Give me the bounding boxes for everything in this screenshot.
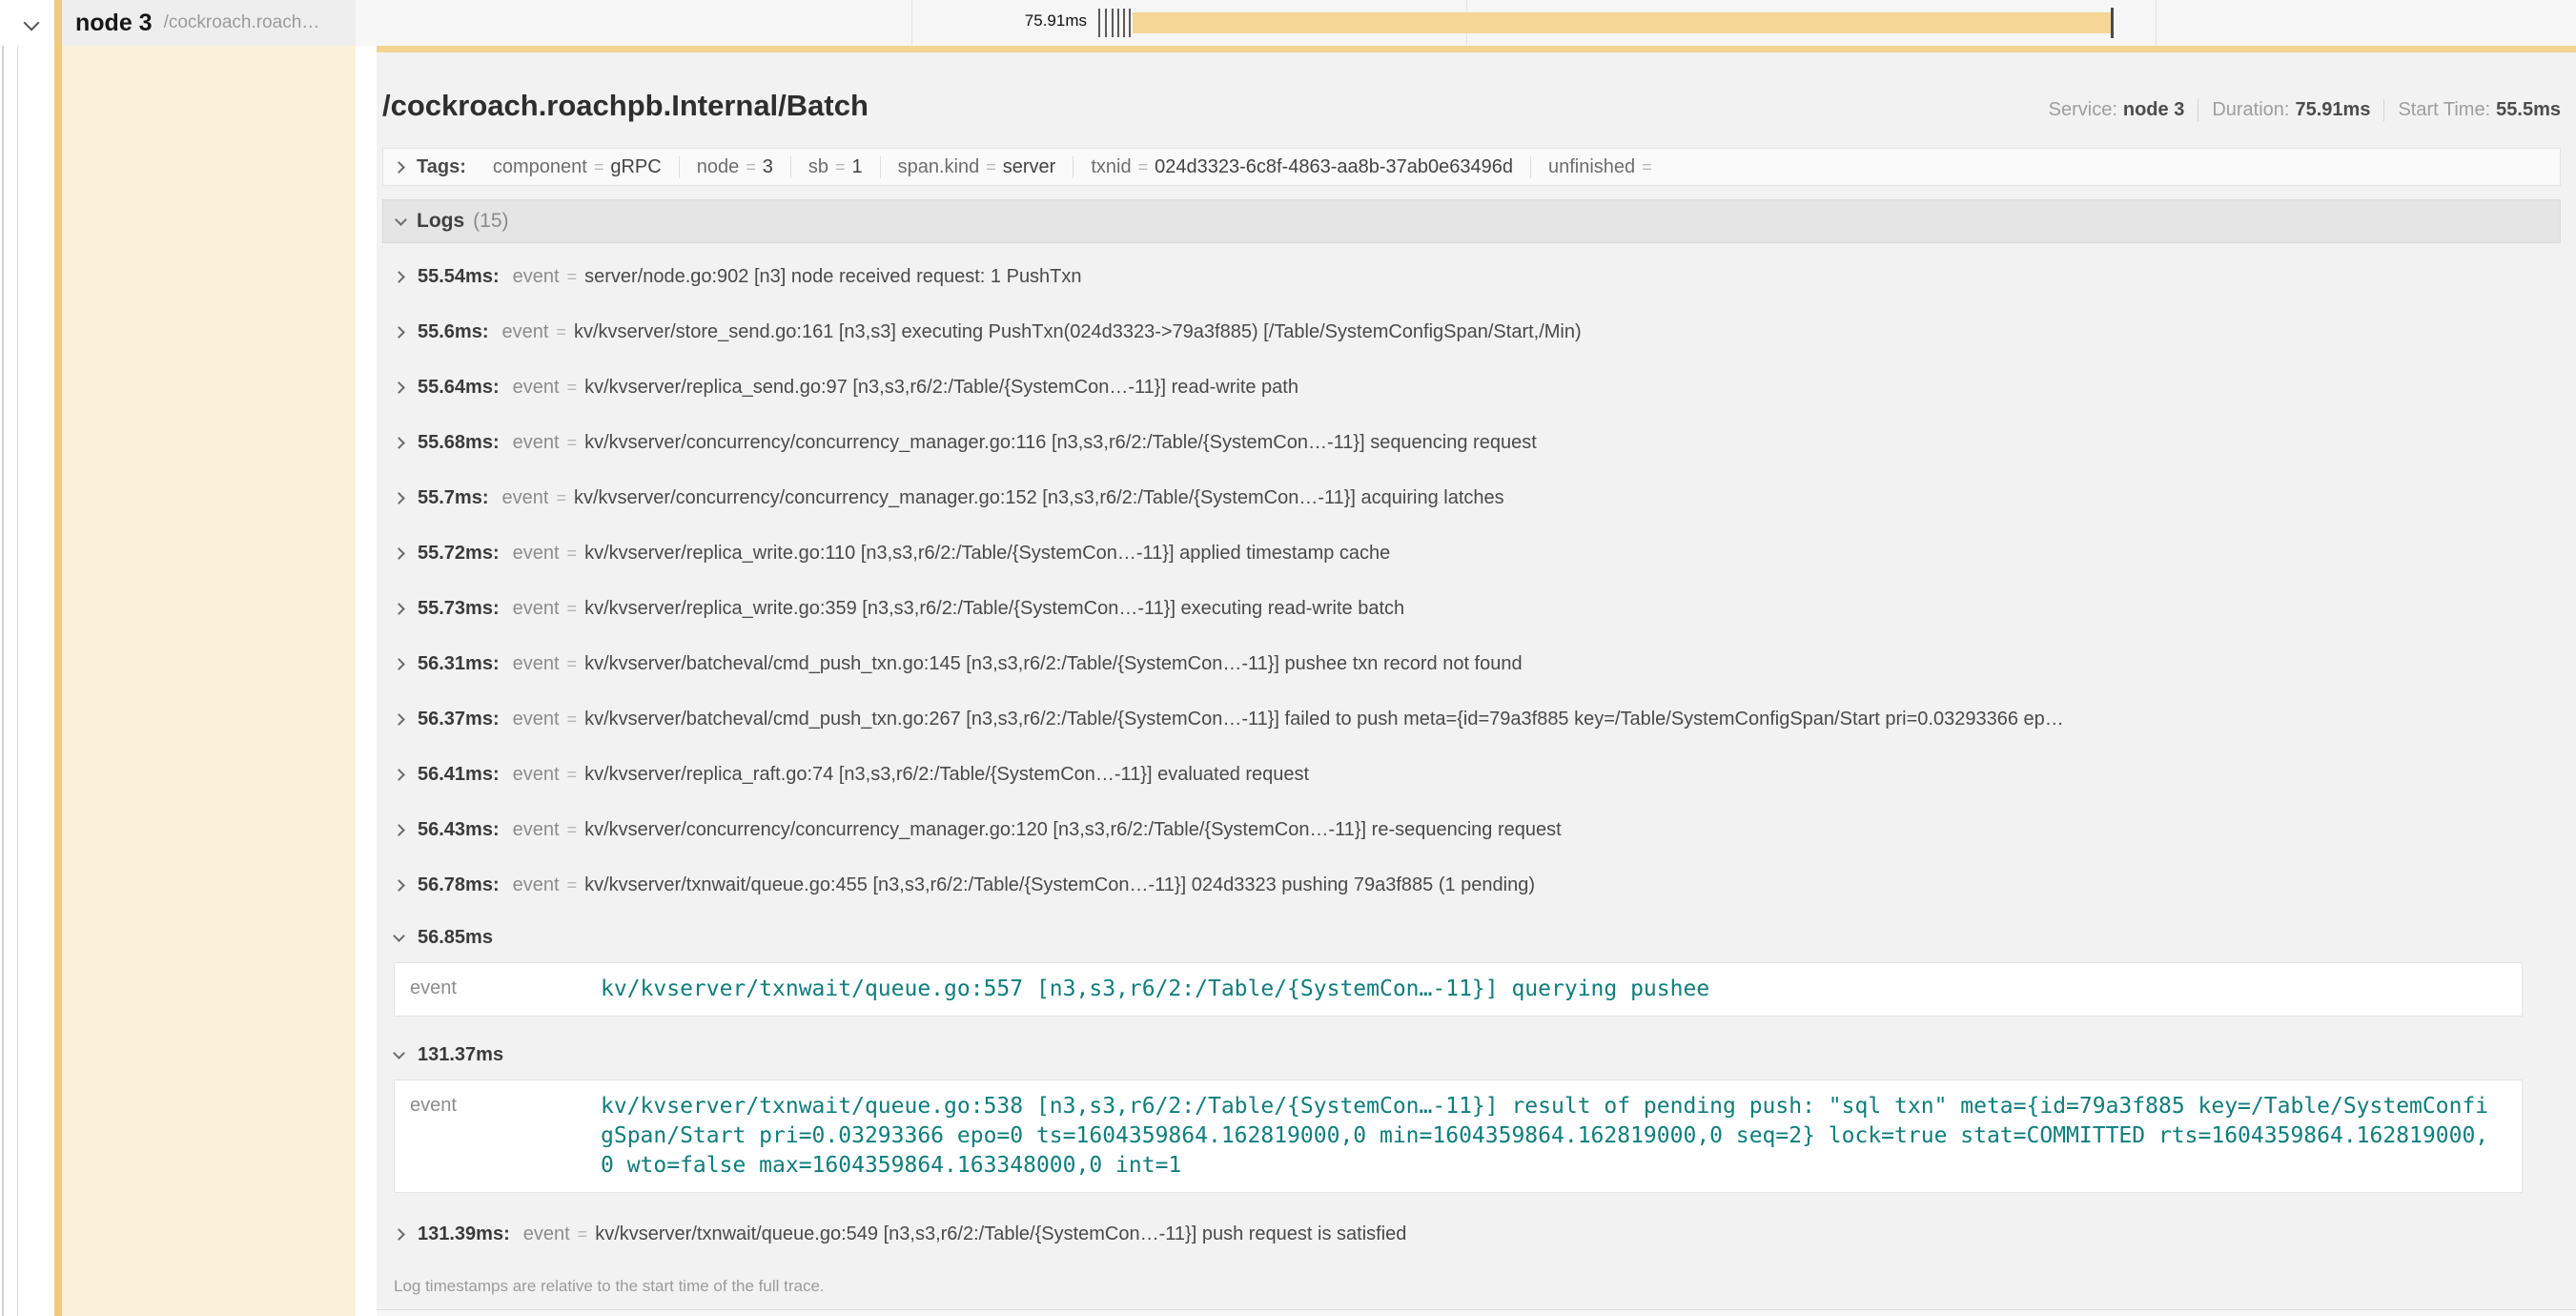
panel-bottom-divider: [377, 1309, 2576, 1316]
log-entry[interactable]: 56.37ms: event = kv/kvserver/batcheval/c…: [392, 691, 2561, 747]
log-entry[interactable]: 55.54ms: event = server/node.go:902 [n3]…: [392, 249, 2561, 304]
span-detail-title: /cockroach.roachpb.Internal/Batch: [382, 85, 869, 127]
log-tick: [1129, 9, 1131, 37]
log-entry-expanded-header[interactable]: 56.85ms: [392, 913, 2561, 962]
log-entry[interactable]: 56.41ms: event = kv/kvserver/replica_raf…: [392, 747, 2561, 802]
logs-count: (15): [473, 210, 508, 233]
log-fields-table: event kv/kvserver/txnwait/queue.go:538 […: [394, 1080, 2523, 1193]
log-field-row: event kv/kvserver/txnwait/queue.go:557 […: [395, 963, 2522, 1016]
span-detail-header: /cockroach.roachpb.Internal/Batch Servic…: [382, 85, 2561, 127]
log-entry[interactable]: 56.43ms: event = kv/kvserver/concurrency…: [392, 802, 2561, 857]
log-entry[interactable]: 55.72ms: event = kv/kvserver/replica_wri…: [392, 525, 2561, 581]
log-tick: [1123, 9, 1125, 37]
chevron-right-icon: [393, 769, 405, 781]
span-duration-bar[interactable]: [1133, 12, 2113, 33]
log-tick: [1117, 9, 1119, 37]
tag-unfinished: unfinished=: [1531, 156, 1676, 178]
logs-accordian-header[interactable]: Logs (15): [382, 199, 2561, 243]
log-entry[interactable]: 131.39ms: event = kv/kvserver/txnwait/qu…: [392, 1206, 2561, 1262]
chevron-down-icon: [395, 214, 407, 226]
tag-txnid: txnid=024d3323-6c8f-4863-aa8b-37ab0e6349…: [1073, 156, 1531, 178]
meta-duration: Duration:75.91ms: [2198, 99, 2383, 121]
log-entry[interactable]: 56.78ms: event = kv/kvserver/txnwait/que…: [392, 857, 2561, 913]
tags-accordian[interactable]: Tags: component=gRPC node=3 sb=1 span.ki…: [382, 148, 2561, 186]
chevron-right-icon: [393, 658, 405, 670]
span-detail-meta: Service:node 3 Duration:75.91ms Start Ti…: [2035, 99, 2561, 121]
chevron-right-icon: [393, 381, 405, 394]
chevron-right-icon: [393, 437, 405, 449]
logs-title: Logs: [417, 210, 464, 233]
log-entry[interactable]: 55.73ms: event = kv/kvserver/replica_wri…: [392, 581, 2561, 636]
log-tick: [1112, 9, 1114, 37]
log-entry[interactable]: 55.68ms: event = kv/kvserver/concurrency…: [392, 415, 2561, 470]
log-tick: [1098, 9, 1100, 37]
log-fields-table: event kv/kvserver/txnwait/queue.go:557 […: [394, 962, 2523, 1017]
span-name-column-highlight: [54, 46, 356, 1316]
chevron-right-icon: [393, 879, 405, 892]
left-edge-divider: [2, 0, 4, 1316]
tag-sb: sb=1: [791, 156, 881, 178]
meta-service: Service:node 3: [2035, 99, 2198, 121]
chevron-down-icon: [24, 15, 40, 31]
span-detail-panel: /cockroach.roachpb.Internal/Batch Servic…: [377, 46, 2576, 1316]
timeline-gridline: [2156, 0, 2157, 46]
chevron-right-icon: [393, 1228, 405, 1241]
span-duration-label: 75.91ms: [944, 11, 1087, 31]
logs-section: Logs (15) 55.54ms: event = server/node.g…: [382, 199, 2561, 1309]
tag-node: node=3: [680, 156, 791, 178]
timeline-row: node 3 /cockroach.roach… 75.91ms: [0, 0, 2576, 46]
chevron-right-icon: [393, 824, 405, 836]
log-entry[interactable]: 56.31ms: event = kv/kvserver/batcheval/c…: [392, 636, 2561, 691]
log-entry-expanded-header[interactable]: 131.37ms: [392, 1030, 2561, 1080]
chevron-right-icon: [393, 603, 405, 615]
span-operation-name: /cockroach.roach…: [164, 12, 320, 33]
span-tree-guide-line: [17, 0, 18, 1316]
span-name-cell[interactable]: node 3 /cockroach.roach…: [54, 0, 356, 46]
log-entry[interactable]: 55.6ms: event = kv/kvserver/store_send.g…: [392, 304, 2561, 360]
chevron-right-icon: [393, 326, 405, 339]
chevron-right-icon: [393, 271, 405, 283]
span-service-name: node 3: [75, 10, 153, 37]
tag-span-kind: span.kind=server: [881, 156, 1074, 178]
chevron-right-icon: [393, 713, 405, 726]
log-entry[interactable]: 55.7ms: event = kv/kvserver/concurrency/…: [392, 470, 2561, 525]
tag-component: component=gRPC: [476, 156, 680, 178]
log-marker-end-tick: [2111, 8, 2114, 38]
chevron-right-icon: [393, 547, 405, 560]
tags-label: Tags:: [417, 156, 466, 178]
chevron-down-icon: [393, 930, 405, 942]
log-tick: [1105, 9, 1107, 37]
log-entry[interactable]: 55.64ms: event = kv/kvserver/replica_sen…: [392, 360, 2561, 415]
meta-start-time: Start Time:55.5ms: [2383, 99, 2561, 121]
chevron-right-icon: [393, 161, 405, 174]
collapse-span-chevron[interactable]: [26, 16, 37, 33]
chevron-right-icon: [393, 492, 405, 504]
log-field-row: event kv/kvserver/txnwait/queue.go:538 […: [395, 1080, 2522, 1192]
chevron-down-icon: [393, 1047, 405, 1059]
logs-footer-note: Log timestamps are relative to the start…: [382, 1262, 2561, 1309]
timeline-gridline: [911, 0, 912, 46]
logs-list: 55.54ms: event = server/node.go:902 [n3]…: [382, 243, 2561, 1262]
